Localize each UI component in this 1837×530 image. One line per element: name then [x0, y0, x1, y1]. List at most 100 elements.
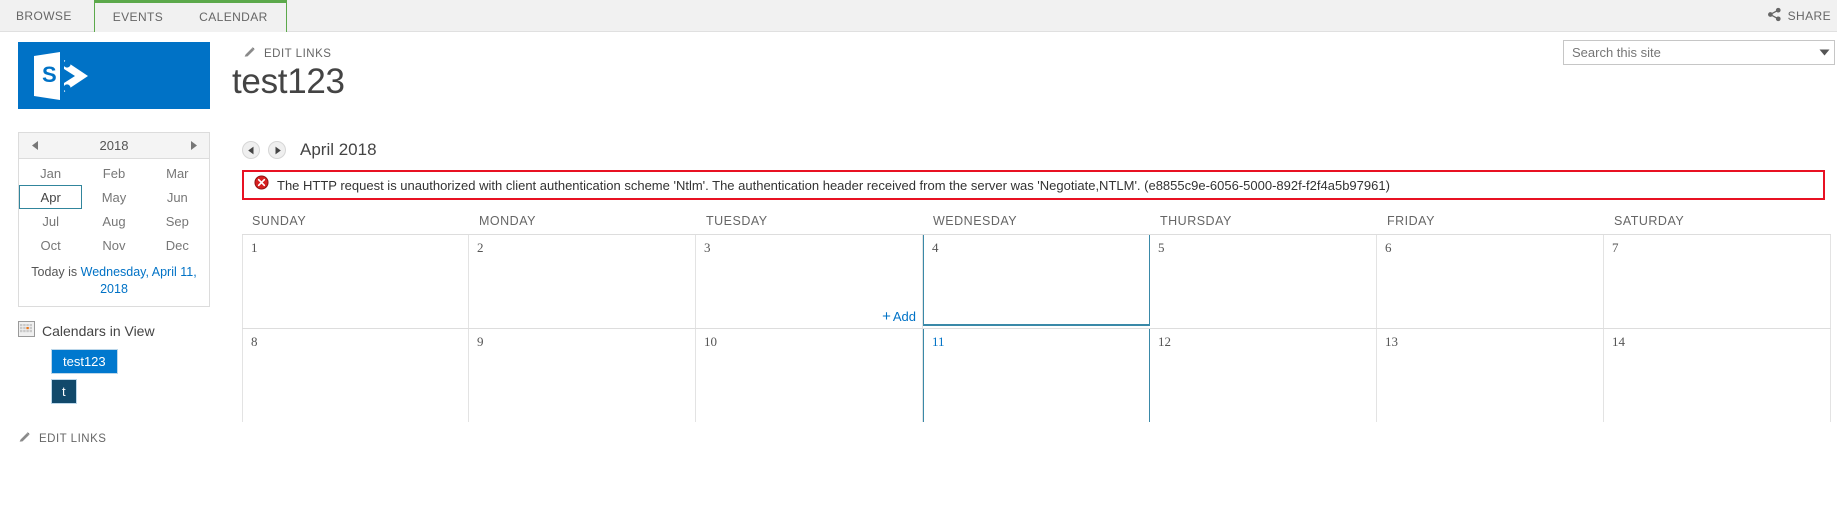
calendar-day-cell[interactable]: 14 [1604, 329, 1831, 422]
calendar-day-cell[interactable]: 9 [469, 329, 696, 422]
day-header-wednesday: WEDNESDAY [933, 214, 1018, 228]
pencil-icon [243, 46, 256, 62]
calendar-chip-list: test123 t [18, 349, 232, 409]
page-body: 2018 Jan Feb Mar Apr May Jun Jul Aug Sep… [0, 132, 1837, 447]
calendar-week-row: 1 2 3 + Add 4 5 6 7 [242, 234, 1831, 328]
today-is-text: Today is Wednesday, April 11, 2018 [19, 259, 209, 306]
tab-events[interactable]: EVENTS [95, 3, 181, 31]
day-number[interactable]: 8 [251, 334, 258, 349]
calendar-chip-test123[interactable]: test123 [51, 349, 118, 374]
plus-icon: + [882, 308, 891, 325]
day-number-today[interactable]: 11 [932, 334, 945, 349]
svg-text:S: S [42, 62, 57, 87]
day-number[interactable]: 4 [932, 240, 939, 255]
month-jun[interactable]: Jun [146, 185, 209, 209]
pencil-icon [18, 431, 31, 447]
day-number[interactable]: 13 [1385, 334, 1398, 349]
calendar-day-cell[interactable]: 3 + Add [696, 235, 923, 328]
edit-links-bottom[interactable]: EDIT LINKS [18, 431, 232, 447]
day-number[interactable]: 9 [477, 334, 484, 349]
tab-browse[interactable]: BROWSE [0, 0, 94, 31]
calendar-day-cell[interactable]: 8 [242, 329, 469, 422]
chevron-down-icon[interactable] [1814, 41, 1834, 64]
calendar-day-cell[interactable]: 10 [696, 329, 923, 422]
error-message: The HTTP request is unauthorized with cl… [277, 177, 1390, 193]
day-header-saturday: SATURDAY [1614, 214, 1685, 228]
calendar-icon [18, 321, 35, 340]
next-month-icon[interactable] [268, 141, 286, 159]
month-aug[interactable]: Aug [82, 209, 145, 233]
month-apr[interactable]: Apr [19, 185, 83, 209]
calendar-day-cell[interactable]: 12 [1150, 329, 1377, 422]
calendar-day-cell[interactable]: 6 [1377, 235, 1604, 328]
calendar-navigation: April 2018 [232, 132, 1831, 170]
month-mar[interactable]: Mar [146, 161, 209, 185]
calendar-day-cell[interactable]: 1 [242, 235, 469, 328]
calendar-day-cell[interactable]: 4 [923, 235, 1150, 326]
month-oct[interactable]: Oct [19, 233, 82, 257]
calendars-in-view-heading: Calendars in View [18, 321, 232, 340]
calendar-week-row: 8 9 10 11 12 13 14 [242, 328, 1831, 422]
share-label: SHARE [1787, 8, 1831, 23]
add-event-label: Add [892, 309, 916, 324]
page-title: test123 [232, 62, 345, 101]
calendar-day-cell[interactable]: 5 [1150, 235, 1377, 328]
day-number[interactable]: 12 [1158, 334, 1171, 349]
month-feb[interactable]: Feb [82, 161, 145, 185]
search-box[interactable] [1563, 40, 1835, 65]
tab-calendar[interactable]: CALENDAR [181, 3, 286, 31]
day-number[interactable]: 14 [1612, 334, 1625, 349]
sharepoint-logo[interactable]: S [18, 42, 210, 109]
mini-calendar-month-grid: Jan Feb Mar Apr May Jun Jul Aug Sep Oct … [19, 159, 209, 259]
day-header-thursday: THURSDAY [1160, 214, 1232, 228]
calendar-chip-t[interactable]: t [51, 379, 77, 404]
today-is-prefix: Today is [31, 265, 81, 279]
calendar-grid: SUNDAY MONDAY TUESDAY WEDNESDAY THURSDAY… [242, 214, 1831, 422]
month-jan[interactable]: Jan [19, 161, 82, 185]
calendar-day-cell[interactable]: 2 [469, 235, 696, 328]
next-year-icon[interactable] [185, 133, 201, 158]
mini-calendar-header: 2018 [19, 133, 209, 159]
site-header: S EDIT LINKS test123 [0, 32, 1837, 132]
calendar-main: April 2018 The HTTP request is unauthori… [232, 132, 1837, 422]
month-nov[interactable]: Nov [82, 233, 145, 257]
day-number[interactable]: 3 [704, 240, 711, 255]
day-number[interactable]: 7 [1612, 240, 1619, 255]
share-icon [1767, 7, 1782, 25]
calendar-month-label: April 2018 [300, 140, 377, 159]
share-button[interactable]: SHARE [1767, 0, 1837, 31]
tab-events-label: EVENTS [112, 10, 164, 24]
prev-year-icon[interactable] [27, 133, 43, 158]
ribbon-bar: BROWSE EVENTS CALENDAR SHARE [0, 0, 1837, 32]
month-sep[interactable]: Sep [146, 209, 209, 233]
day-number[interactable]: 10 [704, 334, 717, 349]
month-jul[interactable]: Jul [19, 209, 82, 233]
error-circle-icon [254, 175, 269, 195]
previous-month-icon[interactable] [242, 141, 260, 159]
day-header-monday: MONDAY [479, 214, 536, 228]
calendar-day-cell[interactable]: 13 [1377, 329, 1604, 422]
tab-calendar-label: CALENDAR [199, 10, 268, 24]
day-number[interactable]: 2 [477, 240, 484, 255]
quick-launch: 2018 Jan Feb Mar Apr May Jun Jul Aug Sep… [0, 132, 232, 447]
calendar-day-cell-today[interactable]: 11 [923, 329, 1150, 422]
day-number[interactable]: 1 [251, 240, 258, 255]
calendar-chip-row-1: test123 [51, 349, 232, 379]
calendar-day-cell[interactable]: 7 [1604, 235, 1831, 328]
ribbon-contextual-group: EVENTS CALENDAR [93, 0, 287, 32]
calendars-in-view-label: Calendars in View [42, 322, 155, 339]
month-dec[interactable]: Dec [146, 233, 209, 257]
edit-links-top[interactable]: EDIT LINKS [243, 46, 331, 62]
search-input[interactable] [1564, 41, 1814, 64]
edit-links-top-label: EDIT LINKS [264, 48, 332, 60]
day-header-friday: FRIDAY [1387, 214, 1435, 228]
mini-calendar-year[interactable]: 2018 [43, 138, 185, 153]
month-may[interactable]: May [82, 185, 145, 209]
today-is-link[interactable]: Wednesday, April 11, 2018 [81, 265, 197, 296]
add-event-link[interactable]: + Add [882, 309, 916, 324]
calendar-chip-row-2: t [51, 379, 232, 409]
day-number[interactable]: 6 [1385, 240, 1392, 255]
day-number[interactable]: 5 [1158, 240, 1165, 255]
day-header-tuesday: TUESDAY [706, 214, 768, 228]
ribbon-tab-list: BROWSE EVENTS CALENDAR [0, 0, 287, 32]
